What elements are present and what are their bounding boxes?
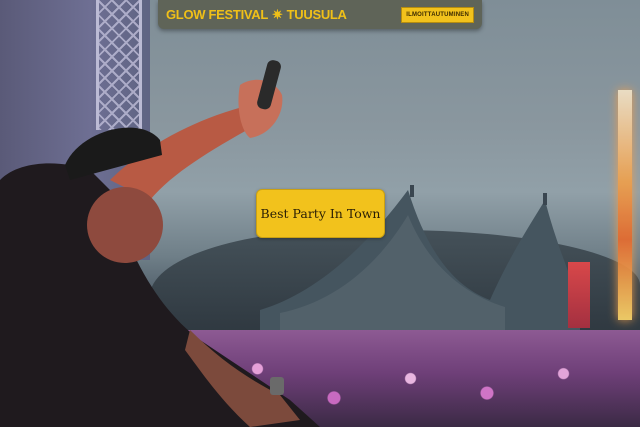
signup-button[interactable]: ILMOITTAUTUMINEN	[401, 6, 474, 23]
star-icon: ✷	[272, 6, 283, 22]
best-party-button[interactable]: Best Party In Town	[256, 189, 385, 238]
top-nav: GLOW FESTIVAL ✷ TUUSULA ILMOITTAUTUMINEN	[158, 0, 482, 29]
logo-text-tuusula: TUUSULA	[286, 7, 347, 22]
logo-text-glow-festival: GLOW FESTIVAL	[166, 7, 269, 22]
stage-banner	[568, 262, 590, 328]
light-tower	[618, 90, 632, 320]
site-logo[interactable]: GLOW FESTIVAL ✷ TUUSULA	[166, 7, 347, 23]
dj-performer	[0, 60, 320, 427]
